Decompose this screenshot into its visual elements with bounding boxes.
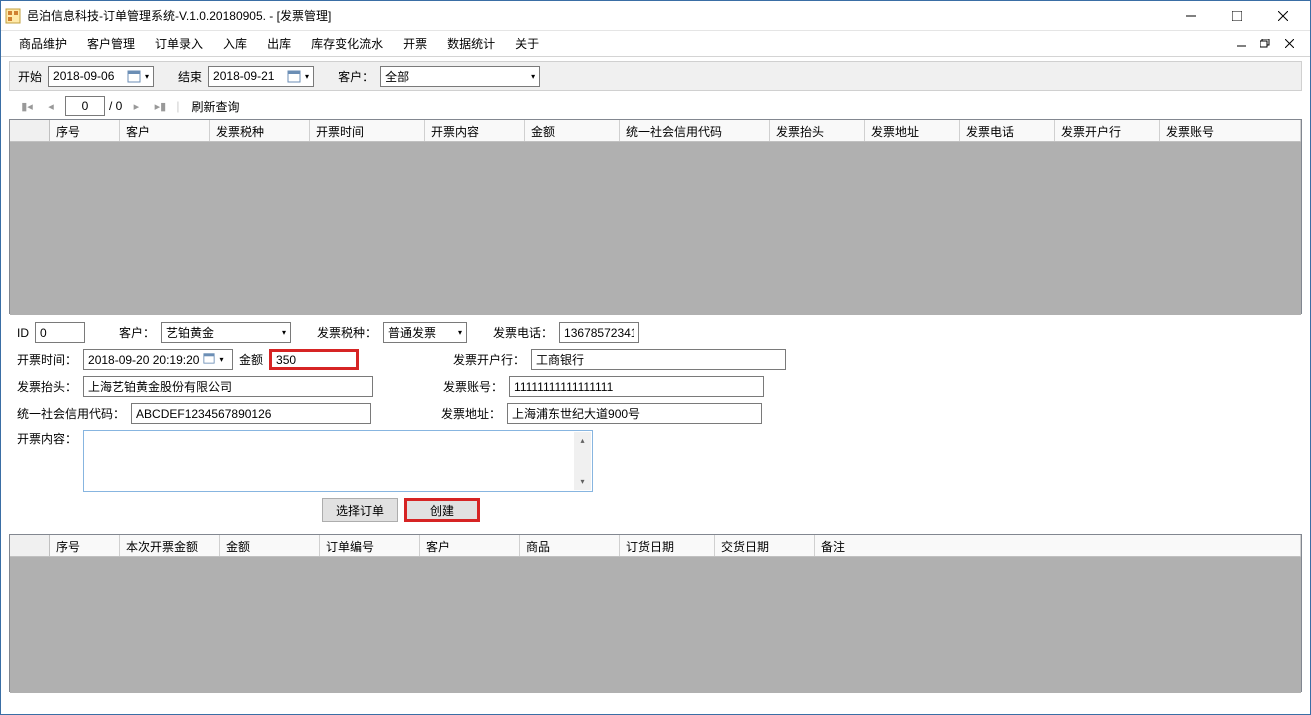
minimize-button[interactable] (1168, 1, 1214, 31)
customer-combo[interactable]: 艺铂黄金 ▾ (161, 322, 291, 343)
time-picker[interactable]: 2018-09-20 20:19:20 ▾ (83, 349, 233, 370)
menu-bar: 商品维护 客户管理 订单录入 入库 出库 库存变化流水 开票 数据统计 关于 (1, 31, 1310, 57)
start-date-picker[interactable]: 2018-09-06 ▾ (48, 66, 154, 87)
order-grid[interactable]: 序号 本次开票金额 金额 订单编号 客户 商品 订货日期 交货日期 备注 (9, 534, 1302, 692)
col-taxtype[interactable]: 发票税种 (210, 120, 310, 141)
page-input[interactable] (65, 96, 105, 116)
col-account[interactable]: 发票账号 (1160, 120, 1301, 141)
chevron-down-icon: ▾ (458, 328, 462, 337)
next-page-button[interactable]: ▸ (126, 96, 146, 116)
menu-customers[interactable]: 客户管理 (77, 31, 145, 56)
col2-thisamount[interactable]: 本次开票金额 (120, 535, 220, 556)
col-amount[interactable]: 金额 (525, 120, 620, 141)
prev-page-button[interactable]: ◂ (41, 96, 61, 116)
col-bank[interactable]: 发票开户行 (1055, 120, 1160, 141)
last-page-button[interactable]: ▸▮ (150, 96, 170, 116)
pager-bar: ▮◂ ◂ / 0 ▸ ▸▮ | 刷新查询 (9, 93, 1302, 119)
col-code[interactable]: 统一社会信用代码 (620, 120, 770, 141)
col-phone[interactable]: 发票电话 (960, 120, 1055, 141)
col-time[interactable]: 开票时间 (310, 120, 425, 141)
phone-label: 发票电话： (493, 324, 553, 341)
end-date-picker[interactable]: 2018-09-21 ▾ (208, 66, 314, 87)
col-customer[interactable]: 客户 (120, 120, 210, 141)
content-label: 开票内容： (17, 430, 77, 447)
select-order-button[interactable]: 选择订单 (322, 498, 398, 522)
title-bar: 邑泊信息科技-订单管理系统-V.1.0.20180905. - [发票管理] (1, 1, 1310, 31)
scrollbar[interactable]: ▴ ▾ (574, 432, 591, 490)
code-label: 统一社会信用代码： (17, 405, 125, 422)
col2-amount[interactable]: 金额 (220, 535, 320, 556)
order-grid-body (10, 557, 1301, 693)
bank-input[interactable] (531, 349, 786, 370)
id-input[interactable] (35, 322, 85, 343)
customer-filter-combo[interactable]: 全部 ▾ (380, 66, 540, 87)
mdi-close-button[interactable] (1280, 36, 1298, 52)
customer-label: 客户： (119, 324, 155, 341)
title-label: 发票抬头： (17, 378, 77, 395)
amount-input[interactable] (269, 349, 359, 370)
tax-combo[interactable]: 普通发票 ▾ (383, 322, 467, 343)
chevron-down-icon: ▾ (145, 72, 149, 81)
first-page-button[interactable]: ▮◂ (17, 96, 37, 116)
account-label: 发票账号： (443, 378, 503, 395)
col-addr[interactable]: 发票地址 (865, 120, 960, 141)
mdi-minimize-button[interactable] (1232, 36, 1250, 52)
menu-inbound[interactable]: 入库 (213, 31, 257, 56)
start-date-label: 开始 (18, 68, 42, 85)
scroll-up-icon[interactable]: ▴ (574, 432, 591, 449)
chevron-down-icon: ▾ (282, 328, 286, 337)
col2-seq[interactable]: 序号 (50, 535, 120, 556)
phone-input[interactable] (559, 322, 639, 343)
amount-label: 金额 (239, 351, 263, 368)
time-label: 开票时间： (17, 351, 77, 368)
filter-toolbar: 开始 2018-09-06 ▾ 结束 2018-09-21 ▾ 客户： 全部 ▾ (9, 61, 1302, 91)
invoice-form: ID 客户： 艺铂黄金 ▾ 发票税种： 普通发票 ▾ 发票电话： 开票时间： 2… (1, 314, 1310, 534)
maximize-button[interactable] (1214, 1, 1260, 31)
col-seq[interactable]: 序号 (50, 120, 120, 141)
bank-label: 发票开户行： (453, 351, 525, 368)
menu-orders[interactable]: 订单录入 (145, 31, 213, 56)
customer-filter-label: 客户： (338, 68, 374, 85)
menu-stats[interactable]: 数据统计 (437, 31, 505, 56)
col2-orderno[interactable]: 订单编号 (320, 535, 420, 556)
col2-customer[interactable]: 客户 (420, 535, 520, 556)
create-button[interactable]: 创建 (404, 498, 480, 522)
calendar-icon (127, 69, 141, 83)
content-textarea[interactable]: ▴ ▾ (83, 430, 593, 492)
col-content[interactable]: 开票内容 (425, 120, 525, 141)
title-input[interactable] (83, 376, 373, 397)
col2-product[interactable]: 商品 (520, 535, 620, 556)
refresh-query-button[interactable]: 刷新查询 (191, 98, 239, 115)
menu-outbound[interactable]: 出库 (257, 31, 301, 56)
addr-input[interactable] (507, 403, 762, 424)
app-icon (5, 8, 21, 24)
invoice-grid-header: 序号 客户 发票税种 开票时间 开票内容 金额 统一社会信用代码 发票抬头 发票… (10, 120, 1301, 142)
calendar-icon (203, 352, 215, 367)
menu-stockflow[interactable]: 库存变化流水 (301, 31, 393, 56)
account-input[interactable] (509, 376, 764, 397)
col2-remark[interactable]: 备注 (815, 535, 1301, 556)
invoice-grid[interactable]: 序号 客户 发票税种 开票时间 开票内容 金额 统一社会信用代码 发票抬头 发票… (9, 119, 1302, 314)
code-input[interactable] (131, 403, 371, 424)
scroll-down-icon[interactable]: ▾ (574, 473, 591, 490)
end-date-label: 结束 (178, 68, 202, 85)
col2-delivdate[interactable]: 交货日期 (715, 535, 815, 556)
menu-products[interactable]: 商品维护 (9, 31, 77, 56)
chevron-down-icon: ▾ (305, 72, 309, 81)
chevron-down-icon: ▾ (219, 355, 223, 364)
col2-orderdate[interactable]: 订货日期 (620, 535, 715, 556)
id-label: ID (17, 326, 29, 340)
close-button[interactable] (1260, 1, 1306, 31)
menu-invoice[interactable]: 开票 (393, 31, 437, 56)
window-title: 邑泊信息科技-订单管理系统-V.1.0.20180905. - [发票管理] (27, 7, 1168, 24)
chevron-down-icon: ▾ (531, 72, 535, 81)
tax-label: 发票税种： (317, 324, 377, 341)
menu-about[interactable]: 关于 (505, 31, 549, 56)
invoice-grid-body (10, 142, 1301, 315)
order-grid-header: 序号 本次开票金额 金额 订单编号 客户 商品 订货日期 交货日期 备注 (10, 535, 1301, 557)
addr-label: 发票地址： (441, 405, 501, 422)
mdi-restore-button[interactable] (1256, 36, 1274, 52)
col-title[interactable]: 发票抬头 (770, 120, 865, 141)
calendar-icon (287, 69, 301, 83)
